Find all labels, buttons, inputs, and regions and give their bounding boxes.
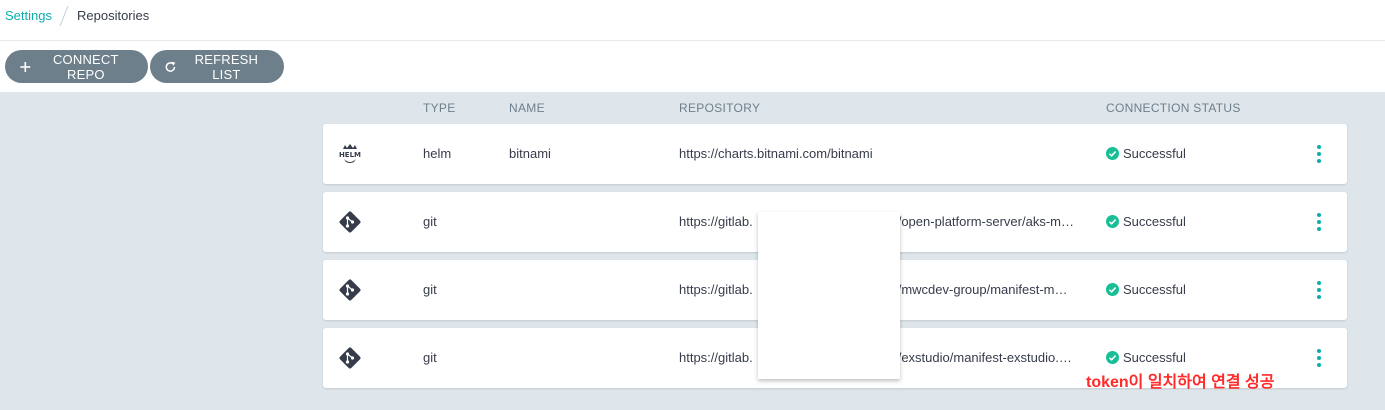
repo-type: git — [423, 214, 437, 229]
row-menu-icon[interactable] — [1311, 144, 1327, 164]
repo-url: https://charts.bitnami.com/bitnami — [679, 146, 873, 161]
connect-repo-label: CONNECT REPO — [52, 51, 119, 82]
page-title: Repositories — [77, 8, 150, 23]
git-icon — [339, 279, 361, 301]
row-menu-icon[interactable] — [1311, 348, 1327, 368]
check-circle-icon — [1106, 147, 1119, 160]
status-text: Successful — [1123, 350, 1186, 365]
toolbar: CONNECT REPO REFRESH LIST — [0, 42, 1385, 92]
breadcrumb-settings-link[interactable]: Settings — [5, 8, 52, 23]
check-circle-icon — [1106, 283, 1119, 296]
repo-name: bitnami — [509, 146, 551, 161]
refresh-icon — [165, 61, 176, 72]
refresh-list-button[interactable]: REFRESH LIST — [150, 50, 284, 83]
git-icon — [339, 211, 361, 233]
repo-type: git — [423, 350, 437, 365]
git-icon — [339, 347, 361, 369]
svg-text:HELM: HELM — [339, 151, 361, 159]
breadcrumb-separator — [59, 5, 69, 27]
breadcrumb-bar: Settings Repositories — [0, 0, 1385, 41]
table-row[interactable]: HELM helm bitnami https://charts.bitnami… — [323, 124, 1347, 184]
header-name[interactable]: NAME — [509, 101, 545, 115]
status-text: Successful — [1123, 214, 1186, 229]
repo-type: helm — [423, 146, 452, 161]
annotation-text: token이 일치하여 연결 성공 — [1086, 374, 1275, 391]
row-menu-icon[interactable] — [1311, 212, 1327, 232]
refresh-list-label: REFRESH LIST — [194, 51, 259, 82]
check-circle-icon — [1106, 351, 1119, 364]
row-menu-icon[interactable] — [1311, 280, 1327, 300]
status-text: Successful — [1123, 146, 1186, 161]
status-text: Successful — [1123, 282, 1186, 297]
connect-repo-button[interactable]: CONNECT REPO — [5, 50, 148, 83]
header-repository[interactable]: REPOSITORY — [679, 101, 760, 115]
blank-overlay-panel — [758, 212, 900, 379]
helm-icon: HELM — [339, 144, 361, 163]
header-connection-status[interactable]: CONNECTION STATUS — [1106, 101, 1241, 115]
plus-icon — [20, 61, 31, 72]
check-circle-icon — [1106, 215, 1119, 228]
repo-type: git — [423, 282, 437, 297]
connection-status: Successful — [1106, 214, 1186, 229]
connection-status: Successful — [1106, 350, 1186, 365]
header-type[interactable]: TYPE — [423, 101, 456, 115]
connection-status: Successful — [1106, 282, 1186, 297]
connection-status: Successful — [1106, 146, 1186, 161]
